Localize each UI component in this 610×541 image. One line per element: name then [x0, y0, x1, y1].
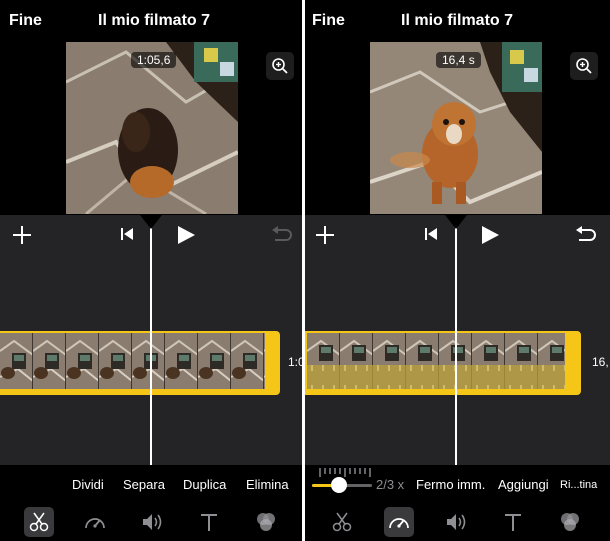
filters-icon[interactable]	[251, 507, 281, 537]
play-icon[interactable]	[477, 222, 503, 248]
scissors-icon[interactable]	[327, 507, 357, 537]
speaker-icon[interactable]	[137, 507, 167, 537]
speed-value: 2/3 x	[376, 477, 405, 492]
delete-button[interactable]: Elimina	[246, 477, 289, 492]
clip-frames	[307, 333, 565, 389]
zoom-icon[interactable]	[570, 52, 598, 80]
reset-button[interactable]: Ri...tina	[560, 479, 597, 491]
playhead[interactable]	[455, 215, 457, 465]
speed-slider[interactable]	[312, 477, 372, 493]
text-icon[interactable]	[498, 507, 528, 537]
playhead[interactable]	[150, 215, 152, 465]
preview-timecode: 1:05,6	[131, 52, 177, 68]
speedometer-icon[interactable]	[80, 507, 110, 537]
playhead-marker	[140, 215, 162, 229]
play-icon[interactable]	[173, 222, 199, 248]
zoom-icon[interactable]	[266, 52, 294, 80]
speed-slider-knob[interactable]	[331, 477, 347, 493]
done-button[interactable]: Fine	[9, 12, 42, 30]
add-button[interactable]: Aggiungi	[498, 477, 549, 492]
adjacent-clip-time: 16,	[592, 355, 609, 369]
clip-frames	[0, 333, 265, 389]
detach-button[interactable]: Separa	[123, 477, 165, 492]
speedometer-icon[interactable]	[384, 507, 414, 537]
duplicate-button[interactable]: Duplica	[183, 477, 226, 492]
playhead-marker	[445, 215, 467, 229]
project-title: Il mio filmato 7	[401, 12, 514, 29]
skip-to-start-icon[interactable]	[420, 223, 442, 245]
split-button[interactable]: Dividi	[72, 477, 104, 492]
text-icon[interactable]	[194, 507, 224, 537]
video-clip[interactable]	[305, 331, 581, 395]
right-editor-panel: Fine Il mio filmato 7 16,4 s 16, 2/3 x F…	[305, 0, 610, 541]
inspector-toolbar	[0, 503, 302, 541]
undo-icon[interactable]	[268, 223, 294, 247]
add-media-icon[interactable]	[10, 223, 34, 247]
speed-action-bar: 2/3 x Fermo imm. Aggiungi Ri...tina	[305, 465, 610, 503]
adjacent-clip-time: 1:0	[288, 355, 302, 369]
video-clip[interactable]	[0, 331, 280, 395]
freeze-frame-button[interactable]: Fermo imm.	[416, 477, 485, 492]
clip-action-bar: Dividi Separa Duplica Elimina	[0, 465, 302, 503]
skip-to-start-icon[interactable]	[116, 223, 138, 245]
add-media-icon[interactable]	[313, 223, 337, 247]
inspector-toolbar	[305, 503, 610, 541]
done-button[interactable]: Fine	[312, 12, 345, 30]
speaker-icon[interactable]	[441, 507, 471, 537]
undo-icon[interactable]	[572, 223, 598, 247]
scissors-icon[interactable]	[24, 507, 54, 537]
speed-scale-ticks	[319, 465, 371, 477]
preview-timecode: 16,4 s	[436, 52, 481, 68]
timeline[interactable]: 16,	[305, 215, 610, 465]
left-editor-panel: Fine Il mio filmato 7 1:05,6 1:0 Dividi …	[0, 0, 302, 541]
timeline[interactable]: 1:0	[0, 215, 302, 465]
project-title: Il mio filmato 7	[98, 12, 211, 29]
filters-icon[interactable]	[555, 507, 585, 537]
